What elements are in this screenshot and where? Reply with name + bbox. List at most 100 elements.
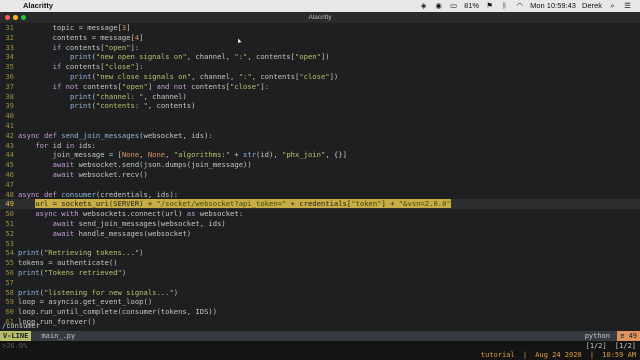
- code-text: print("contents: ", contents): [69, 101, 196, 111]
- line-number: 53: [5, 238, 14, 248]
- code-line[interactable]: 34 print("new open signals on", channel,…: [0, 52, 640, 62]
- line-number: 43: [5, 140, 14, 150]
- code-line[interactable]: 46 await websocket.recv(): [0, 170, 640, 180]
- code-text: contents = message[4]: [18, 32, 144, 42]
- code-text: await websocket.send(json.dumps(join_mes…: [52, 160, 252, 170]
- code-line[interactable]: 41: [0, 121, 640, 131]
- code-line[interactable]: 40: [0, 111, 640, 121]
- code-text: print("channel: ", channel): [69, 91, 187, 101]
- code-text: for id in ids:: [35, 140, 96, 150]
- macos-menu-bar: Alacritty ◈ ◉ ▭ 81% ⚑ ᛒ ◠ Mon 10:59:43 D…: [0, 0, 640, 12]
- line-number: 44: [5, 150, 14, 160]
- tmux-left-info: >26.0%: [2, 342, 28, 350]
- line-number: 56: [5, 268, 14, 277]
- battery-percent: 81%: [464, 1, 480, 10]
- line-number: 38: [5, 91, 14, 101]
- code-line[interactable]: 60 loop.run_until_complete(consumer(token…: [0, 307, 640, 317]
- search-icon[interactable]: ⌕: [608, 0, 617, 12]
- user-name[interactable]: Derek: [582, 0, 602, 12]
- code-line[interactable]: 37 if not contents["open"] and not conte…: [0, 82, 640, 92]
- line-number: 59: [5, 297, 14, 307]
- menu-list-icon[interactable]: ☰: [623, 0, 632, 12]
- tmux-pane-info: [1/2]: [585, 342, 607, 350]
- buffer-name: main_.py: [41, 332, 76, 340]
- code-line[interactable]: 53: [0, 239, 640, 249]
- line-number: 40: [5, 111, 14, 121]
- code-line[interactable]: 32 contents = message[4]: [0, 33, 640, 43]
- search-command-line[interactable]: /consumer: [0, 321, 640, 331]
- code-line[interactable]: 45 await websocket.send(json.dumps(join_…: [0, 160, 640, 170]
- window-controls: [5, 15, 26, 20]
- code-line[interactable]: 33 if contents["open"]:: [0, 43, 640, 53]
- line-number: 55: [5, 258, 14, 268]
- tmux-pane-info-2: [1/2]: [614, 342, 636, 350]
- line-number: 41: [5, 121, 14, 130]
- code-line[interactable]: 36 print("new close signals on", channel…: [0, 72, 640, 82]
- zoom-window-button[interactable]: [21, 15, 26, 20]
- code-text: url = sockets_uri(SERVER) + "/socket/web…: [35, 199, 451, 209]
- dropbox-icon[interactable]: ◈: [419, 0, 428, 12]
- menu-app-name[interactable]: Alacritty: [23, 0, 53, 12]
- window-title: Alacritty: [308, 14, 332, 21]
- code-line[interactable]: 50 async with websockets.connect(url) as…: [0, 209, 640, 219]
- battery-icon[interactable]: ▭: [449, 0, 458, 12]
- code-line[interactable]: 58 print("listening for new signals..."): [0, 288, 640, 298]
- window-title-bar: Alacritty: [0, 12, 640, 23]
- line-number: 60: [5, 307, 14, 317]
- tmux-time: 10:59 AM: [602, 351, 636, 359]
- editor-buffer[interactable]: 31 topic = message[3] 32 contents = messa…: [0, 23, 640, 328]
- code-line[interactable]: 57: [0, 278, 640, 288]
- code-line[interactable]: 42 async def send_join_messages(websocket…: [0, 131, 640, 141]
- code-line[interactable]: 35 if contents["close"]:: [0, 62, 640, 72]
- code-text: print("Tokens retrieved"): [18, 268, 127, 277]
- line-number: 50: [5, 209, 14, 219]
- line-number: 32: [5, 32, 14, 42]
- line-number: 36: [5, 72, 14, 81]
- code-line[interactable]: 38 print("channel: ", channel): [0, 92, 640, 102]
- cursor-position: ≡ 49: [617, 331, 640, 341]
- code-line[interactable]: 39 print("contents: ", contents): [0, 101, 640, 111]
- code-line[interactable]: 49 url = sockets_uri(SERVER) + "/socket/…: [0, 199, 640, 210]
- code-text: if not contents["open"] and not contents…: [52, 81, 270, 91]
- code-text: if contents["open"]:: [52, 42, 140, 52]
- flag-icon[interactable]: ⚑: [485, 0, 494, 12]
- line-number: 31: [5, 23, 14, 32]
- code-line[interactable]: 59 loop = asyncio.get_event_loop(): [0, 297, 640, 307]
- line-number: 52: [5, 228, 14, 238]
- code-text: print("new open signals on", channel, ":…: [69, 52, 330, 62]
- minimize-window-button[interactable]: [13, 15, 18, 20]
- wifi-icon[interactable]: ◠: [515, 0, 524, 12]
- code-line[interactable]: 54 print("Retrieving tokens..."): [0, 248, 640, 258]
- code-line[interactable]: 44 join_message = [None, None, "algorith…: [0, 150, 640, 160]
- code-line[interactable]: 56 print("Tokens retrieved"): [0, 268, 640, 278]
- mode-indicator: V-LINE: [0, 331, 32, 341]
- tmux-session-name: tutorial: [480, 351, 515, 359]
- code-text: if contents["close"]:: [52, 62, 144, 72]
- code-text: async with websockets.connect(url) as we…: [35, 209, 244, 219]
- code-text: loop = asyncio.get_event_loop(): [18, 297, 153, 307]
- code-text: print("new close signals on", channel, "…: [69, 72, 339, 81]
- line-number: 49: [5, 199, 14, 209]
- line-number: 46: [5, 170, 14, 179]
- close-window-button[interactable]: [5, 15, 10, 20]
- bluetooth-icon[interactable]: ᛒ: [500, 0, 509, 12]
- code-text: await handle_messages(websocket): [52, 228, 192, 238]
- code-text: await websocket.recv(): [52, 170, 148, 179]
- line-number: 48: [5, 189, 14, 199]
- eye-icon[interactable]: ◉: [434, 0, 443, 12]
- code-line[interactable]: 55 tokens = authenticate(): [0, 258, 640, 268]
- tmux-status-line: >26.0% [1/2] [1/2] tutorial | Aug 24 202…: [0, 341, 640, 360]
- code-line[interactable]: 52 await handle_messages(websocket): [0, 229, 640, 239]
- code-line[interactable]: 43 for id in ids:: [0, 141, 640, 151]
- code-line[interactable]: 31 topic = message[3]: [0, 23, 640, 33]
- line-number: 45: [5, 160, 14, 170]
- code-line[interactable]: 47: [0, 180, 640, 190]
- code-text: async def send_join_messages(websocket, …: [18, 130, 213, 140]
- vim-status-line: V-LINE main_.py python ≡ 49: [0, 331, 640, 341]
- filetype-label: python: [584, 332, 610, 340]
- clock[interactable]: Mon 10:59:43: [530, 0, 576, 12]
- code-line[interactable]: 51 await send_join_messages(websocket, i…: [0, 219, 640, 229]
- line-number: 51: [5, 219, 14, 228]
- line-number: 35: [5, 62, 14, 72]
- code-line[interactable]: 48 async def consumer(credentials, ids):: [0, 190, 640, 200]
